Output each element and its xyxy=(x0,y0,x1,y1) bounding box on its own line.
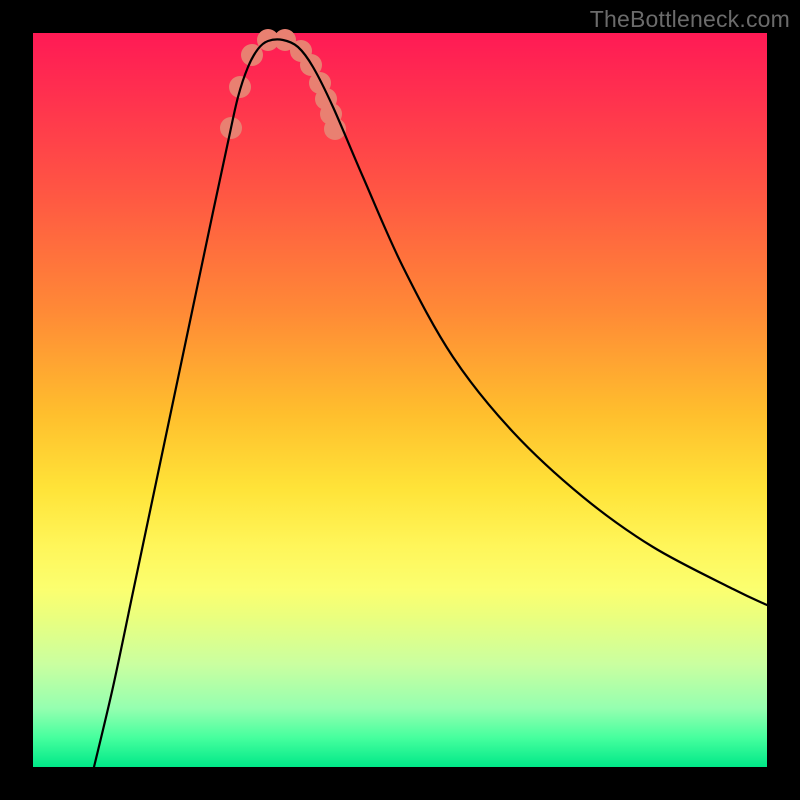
watermark-text: TheBottleneck.com xyxy=(590,6,790,33)
bottleneck-curve xyxy=(94,39,767,767)
plot-area xyxy=(33,33,767,767)
marker-group xyxy=(220,29,346,140)
curve-svg xyxy=(33,33,767,767)
chart-frame: TheBottleneck.com xyxy=(0,0,800,800)
